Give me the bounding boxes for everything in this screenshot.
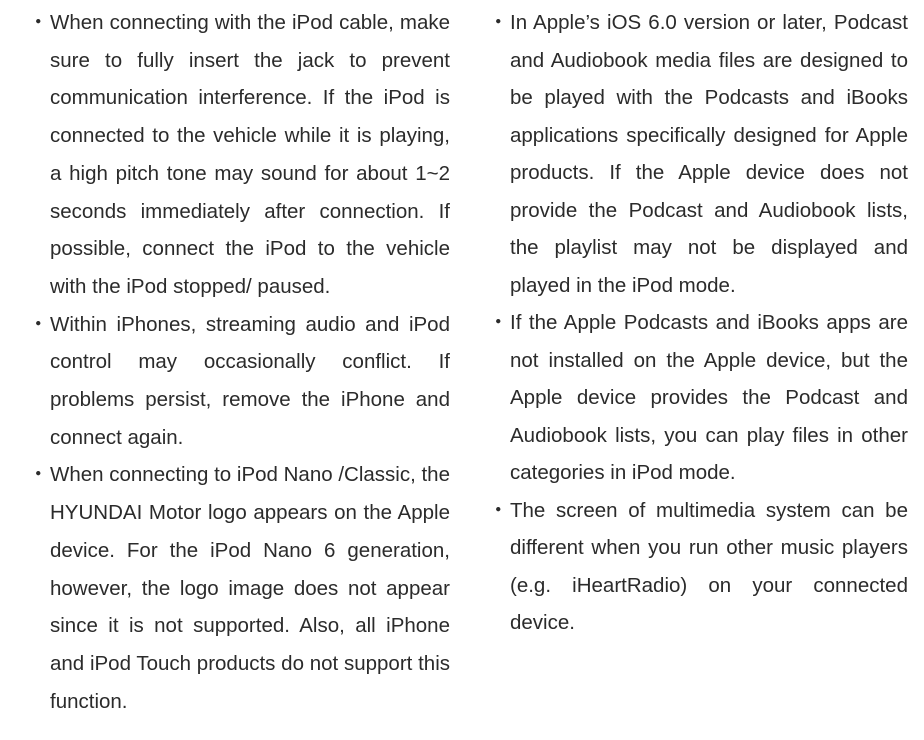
list-item-text: Within iPhones, streaming audio and iPod…	[50, 312, 450, 449]
list-item: ・ In Apple’s iOS 6.0 version or later, P…	[488, 4, 908, 304]
bullet-icon: ・	[488, 498, 509, 522]
list-item: ・ When connecting with the iPod cable, m…	[28, 4, 450, 306]
bullet-icon: ・	[28, 312, 49, 336]
list-item-text: When connecting to iPod Nano /Classic, t…	[50, 463, 450, 713]
list-item-text: When connecting with the iPod cable, mak…	[50, 11, 450, 298]
manual-page: ・ When connecting with the iPod cable, m…	[0, 0, 924, 740]
list-item-text: If the Apple Podcasts and iBooks apps ar…	[510, 311, 908, 484]
bullet-icon: ・	[28, 463, 49, 487]
left-bullet-list: ・ When connecting with the iPod cable, m…	[28, 4, 450, 720]
list-item-text: In Apple’s iOS 6.0 version or later, Pod…	[510, 11, 908, 297]
left-column: ・ When connecting with the iPod cable, m…	[28, 4, 450, 720]
list-item: ・ If the Apple Podcasts and iBooks apps …	[488, 304, 908, 492]
bullet-icon: ・	[488, 311, 509, 334]
bullet-icon: ・	[488, 11, 509, 34]
list-item: ・ Within iPhones, streaming audio and iP…	[28, 306, 450, 457]
right-bullet-list: ・ In Apple’s iOS 6.0 version or later, P…	[488, 4, 908, 642]
bullet-icon: ・	[28, 11, 49, 34]
list-item: ・ The screen of multimedia system can be…	[488, 492, 908, 642]
right-column: ・ In Apple’s iOS 6.0 version or later, P…	[488, 4, 908, 642]
list-item-text: The screen of multimedia system can be d…	[510, 498, 908, 635]
list-item: ・ When connecting to iPod Nano /Classic,…	[28, 456, 450, 720]
